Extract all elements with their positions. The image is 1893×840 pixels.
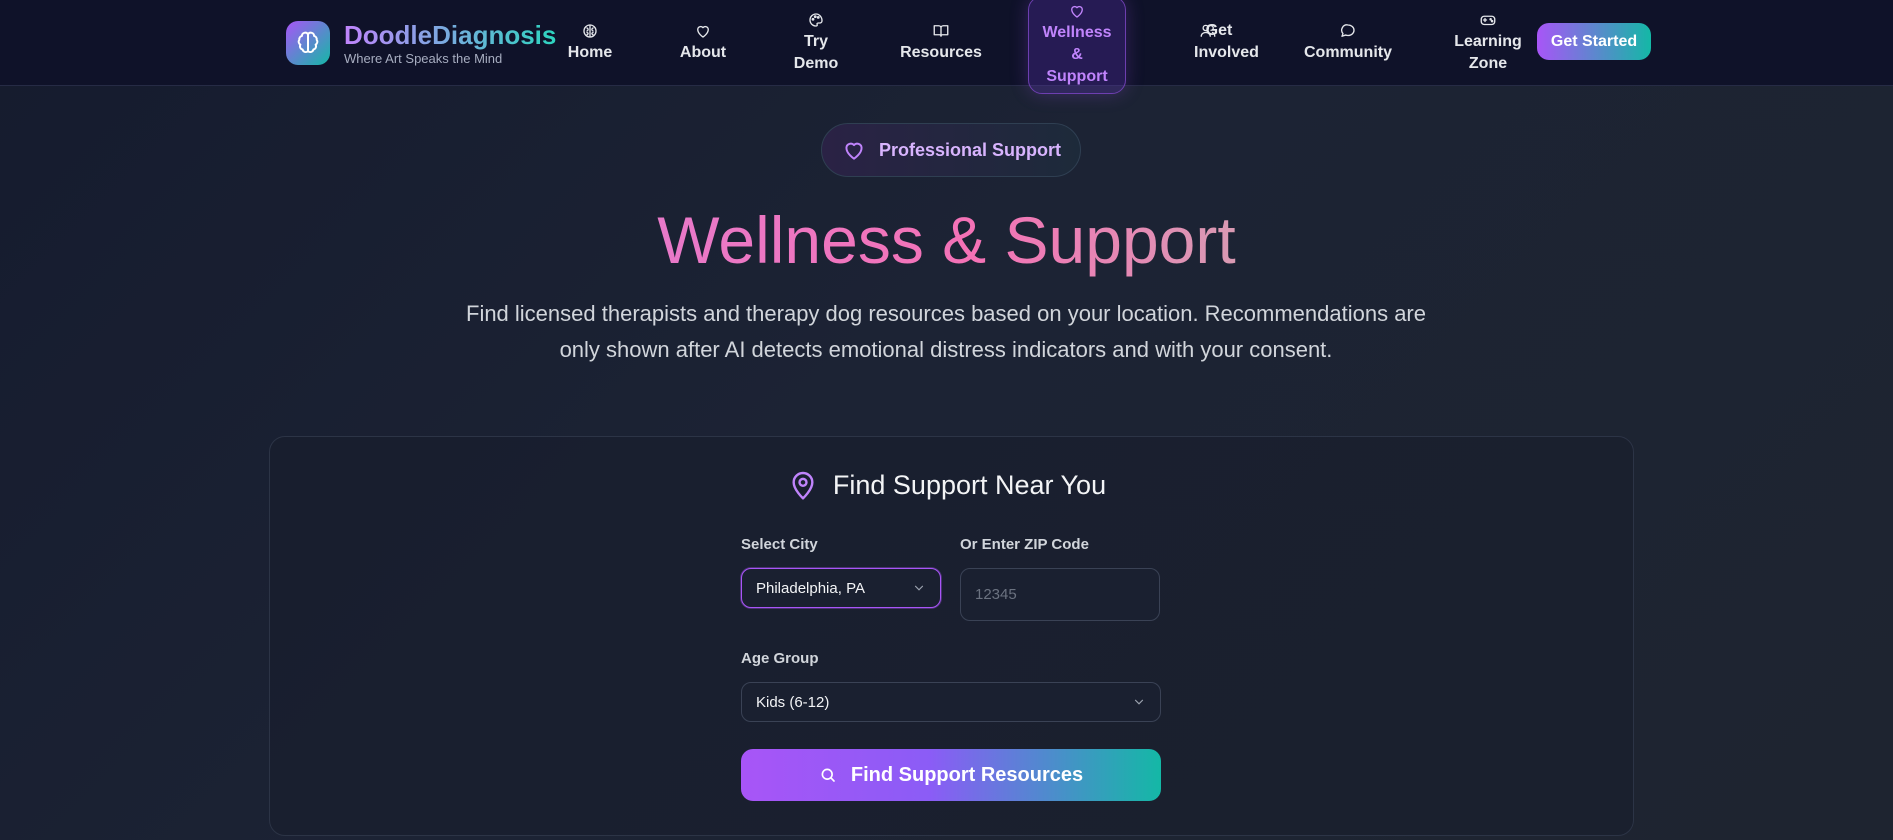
nav-item-community[interactable]: Community (1304, 0, 1392, 86)
city-label: Select City (741, 536, 818, 553)
nav-item-label: Try Demo (793, 33, 839, 72)
nav-item-learning-zone[interactable]: Learning Zone (1454, 0, 1522, 86)
search-icon (821, 768, 835, 782)
chevron-down-icon (914, 585, 924, 591)
heart-icon (697, 25, 709, 38)
find-support-button-label: Find Support Resources (850, 763, 1084, 786)
get-started-button[interactable]: Get Started (1537, 23, 1651, 60)
city-select[interactable]: Philadelphia, PA (741, 568, 941, 608)
age-group-select-value: Kids (6-12) (756, 693, 830, 711)
nav-item-get-involved[interactable]: Get Involved (1172, 0, 1259, 86)
palette-icon (809, 13, 823, 27)
page-subtitle: Find licensed therapists and therapy dog… (466, 301, 1426, 362)
brand[interactable]: DoodleDiagnosis Where Art Speaks the Min… (286, 20, 556, 66)
card-heading-text: Find Support Near You (832, 469, 1107, 500)
city-select-value: Philadelphia, PA (756, 579, 865, 597)
nav-item-home[interactable]: Home (562, 0, 618, 86)
page-title: Wellness & Support (657, 203, 1236, 277)
nav-item-label: Get Involved (1194, 22, 1259, 61)
nav-item-label: Wellness & Support (1042, 24, 1112, 85)
zip-label: Or Enter ZIP Code (960, 536, 1089, 553)
brain-logo-icon (286, 21, 330, 65)
find-support-button[interactable]: Find Support Resources (741, 749, 1161, 801)
nav-item-label: Home (567, 44, 613, 61)
brand-name: DoodleDiagnosis (344, 20, 557, 50)
heart-icon (845, 142, 863, 160)
age-group-label: Age Group (741, 650, 819, 667)
chevron-down-icon (1134, 699, 1144, 705)
zip-input[interactable] (960, 568, 1160, 621)
nav-item-label: Resources (900, 44, 982, 61)
age-group-select[interactable]: Kids (6-12) (741, 682, 1161, 722)
nav-item-resources[interactable]: Resources (900, 0, 982, 86)
brand-tagline: Where Art Speaks the Mind (344, 51, 503, 66)
nav-item-label: Community (1304, 44, 1392, 61)
badge-label: Professional Support (878, 139, 1062, 160)
nav-item-try-demo[interactable]: Try Demo (786, 0, 846, 86)
top-navbar: DoodleDiagnosis Where Art Speaks the Min… (0, 0, 1893, 94)
nav-item-label: About (679, 44, 727, 61)
nav-item-wellness-support[interactable]: Wellness & Support (1028, 0, 1126, 94)
card-heading: Find Support Near You (0, 468, 1893, 502)
heart-icon (1071, 5, 1083, 18)
book-icon (933, 25, 949, 37)
nav-item-label: Learning Zone (1454, 33, 1522, 72)
map-pin-icon (792, 471, 814, 500)
nav-item-about[interactable]: About (674, 0, 732, 86)
brain-icon (583, 24, 597, 38)
professional-support-badge: Professional Support (821, 123, 1081, 177)
gamepad-icon (1480, 15, 1496, 26)
chat-icon (1341, 24, 1355, 37)
